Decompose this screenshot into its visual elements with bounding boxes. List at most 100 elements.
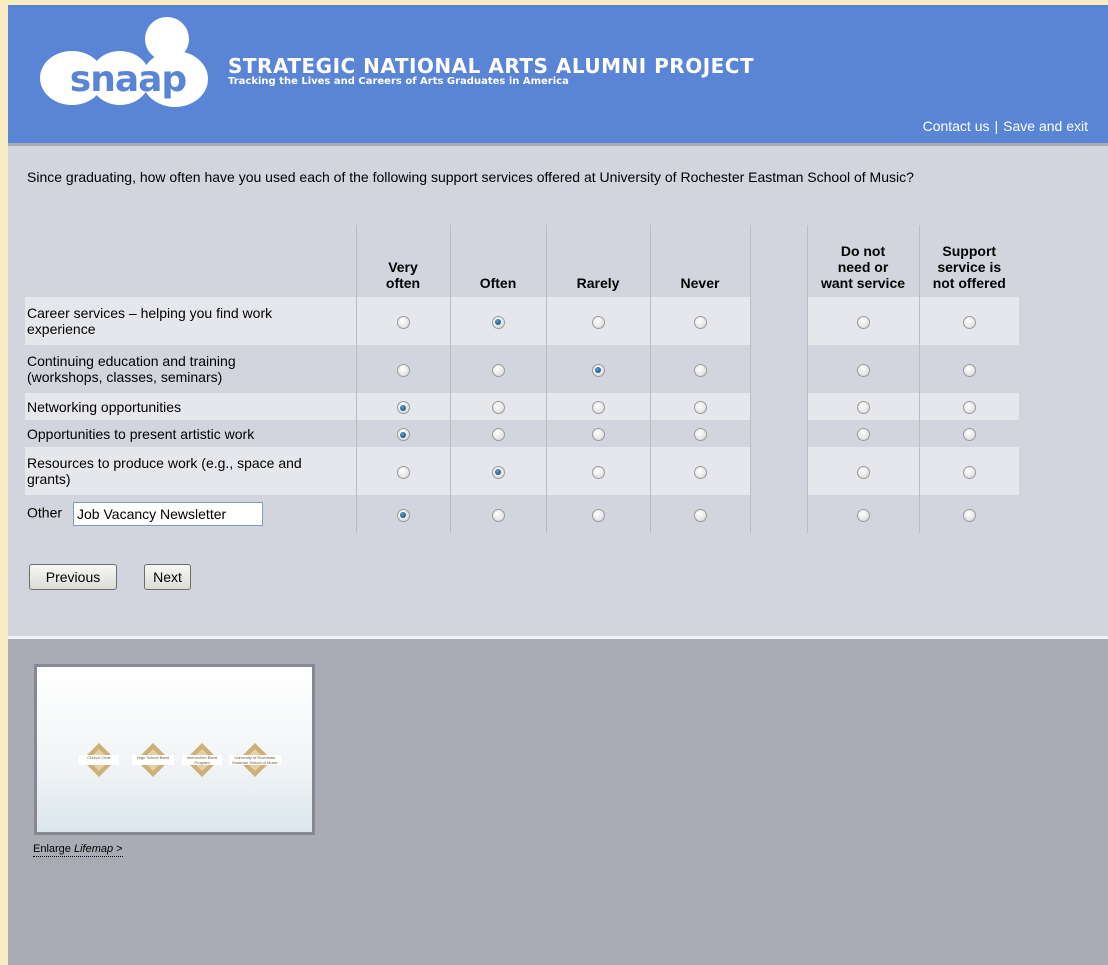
- column-header-line: service is: [937, 259, 1002, 275]
- other-service-input[interactable]: Job Vacancy Newsletter: [73, 502, 264, 526]
- option-cell: [545, 420, 650, 447]
- column-header-line: often: [385, 275, 421, 291]
- option-radio[interactable]: [693, 315, 707, 329]
- previous-button[interactable]: Previous: [29, 564, 117, 590]
- option-radio[interactable]: [693, 465, 707, 479]
- lifemap-node-label: University of Rochester Eastman School o…: [229, 755, 281, 765]
- option-radio[interactable]: [591, 428, 605, 442]
- snaap-logo: snaap: [40, 17, 208, 107]
- option-radio[interactable]: [491, 315, 505, 329]
- page-frame: snaap STRATEGIC NATIONAL ARTS ALUMNI PRO…: [8, 5, 1108, 965]
- option-radio[interactable]: [591, 363, 605, 377]
- option-cell: [649, 297, 750, 345]
- option-radio[interactable]: [396, 428, 410, 442]
- question-text: Since graduating, how often have you use…: [27, 169, 914, 185]
- option-cell: [806, 420, 919, 447]
- table-row: Opportunities to present artistic work: [25, 420, 1019, 447]
- next-button[interactable]: Next: [144, 564, 191, 590]
- option-radio[interactable]: [396, 508, 410, 522]
- option-radio[interactable]: [591, 508, 605, 522]
- row-label: Other Job Vacancy Newsletter: [25, 495, 356, 533]
- option-radio[interactable]: [396, 401, 410, 415]
- option-radio[interactable]: [396, 465, 410, 479]
- option-cell: [355, 420, 450, 447]
- row-label-line: Other: [27, 504, 63, 521]
- column-gap: [749, 345, 807, 393]
- column-gap: [749, 393, 807, 420]
- table-row: Career services – helping you find work e…: [25, 297, 1019, 345]
- row-label: Networking opportunities: [25, 393, 356, 420]
- lifemap-thumbnail[interactable]: Church Choir High School Band Interlochen …: [34, 664, 315, 835]
- option-cell: [918, 495, 1019, 533]
- option-radio[interactable]: [962, 401, 976, 415]
- option-radio[interactable]: [693, 401, 707, 415]
- column-gap: [749, 297, 807, 345]
- option-radio[interactable]: [693, 363, 707, 377]
- option-cell: [449, 393, 546, 420]
- option-cell: [649, 495, 750, 533]
- site-subtitle: Tracking the Lives and Careers of Arts G…: [228, 76, 569, 87]
- option-radio[interactable]: [491, 363, 505, 377]
- column-header-line: want service: [820, 275, 906, 291]
- option-radio[interactable]: [856, 465, 870, 479]
- option-cell: [806, 495, 919, 533]
- option-radio[interactable]: [591, 401, 605, 415]
- save-and-exit-link[interactable]: Save and exit: [1003, 118, 1088, 134]
- column-gap: [749, 447, 807, 495]
- table-row: Networking opportunities: [25, 393, 1019, 420]
- enlarge-lifemap-word: Lifemap: [73, 843, 114, 855]
- option-cell: [649, 345, 750, 393]
- option-cell: [918, 420, 1019, 447]
- option-radio[interactable]: [962, 465, 976, 479]
- option-cell: [918, 297, 1019, 345]
- row-label-line: (workshops, classes, seminars): [27, 369, 223, 385]
- option-radio[interactable]: [962, 363, 976, 377]
- row-label: Resources to produce work (e.g., space a…: [25, 447, 356, 495]
- option-cell: [545, 297, 650, 345]
- option-radio[interactable]: [856, 363, 870, 377]
- option-cell: [545, 495, 650, 533]
- option-cell: [545, 345, 650, 393]
- option-cell: [649, 447, 750, 495]
- site-title: STRATEGIC NATIONAL ARTS ALUMNI PROJECT: [228, 54, 755, 78]
- logo-text: snaap: [70, 59, 187, 100]
- column-header-line: Never: [680, 275, 720, 291]
- option-radio[interactable]: [491, 508, 505, 522]
- survey-content: Since graduating, how often have you use…: [8, 146, 1108, 636]
- option-radio[interactable]: [591, 315, 605, 329]
- option-cell: [545, 393, 650, 420]
- row-label-line: Networking opportunities: [27, 398, 182, 415]
- column-header-line: Often: [479, 275, 517, 291]
- option-radio[interactable]: [962, 508, 976, 522]
- column-header-line: Support: [942, 243, 997, 259]
- link-separator: |: [994, 118, 999, 134]
- lifemap-node-label: Interlochen Band Program: [182, 755, 222, 765]
- option-cell: [449, 345, 546, 393]
- option-radio[interactable]: [591, 465, 605, 479]
- option-radio[interactable]: [693, 428, 707, 442]
- contact-us-link[interactable]: Contact us: [923, 118, 990, 134]
- site-header: snaap STRATEGIC NATIONAL ARTS ALUMNI PRO…: [8, 5, 1108, 143]
- option-radio[interactable]: [856, 401, 870, 415]
- option-cell: [649, 393, 750, 420]
- option-radio[interactable]: [962, 428, 976, 442]
- table-row: Continuing education and training (worksh…: [25, 345, 1019, 393]
- option-radio[interactable]: [396, 363, 410, 377]
- column-header: Very often: [355, 225, 450, 297]
- section-divider: [8, 636, 1108, 639]
- option-radio[interactable]: [491, 465, 505, 479]
- option-radio[interactable]: [693, 508, 707, 522]
- row-label-line: Opportunities to present artistic work: [27, 425, 255, 442]
- option-radio[interactable]: [856, 508, 870, 522]
- option-radio[interactable]: [491, 401, 505, 415]
- column-header-line: need or: [837, 259, 889, 275]
- option-radio[interactable]: [396, 315, 410, 329]
- option-radio[interactable]: [491, 428, 505, 442]
- option-radio[interactable]: [856, 428, 870, 442]
- enlarge-lifemap-link[interactable]: Enlarge Lifemap >: [33, 843, 123, 857]
- option-radio[interactable]: [962, 315, 976, 329]
- option-cell: [806, 447, 919, 495]
- lifemap-node-label: High School Band: [132, 755, 174, 765]
- option-radio[interactable]: [856, 315, 870, 329]
- option-cell: [355, 345, 450, 393]
